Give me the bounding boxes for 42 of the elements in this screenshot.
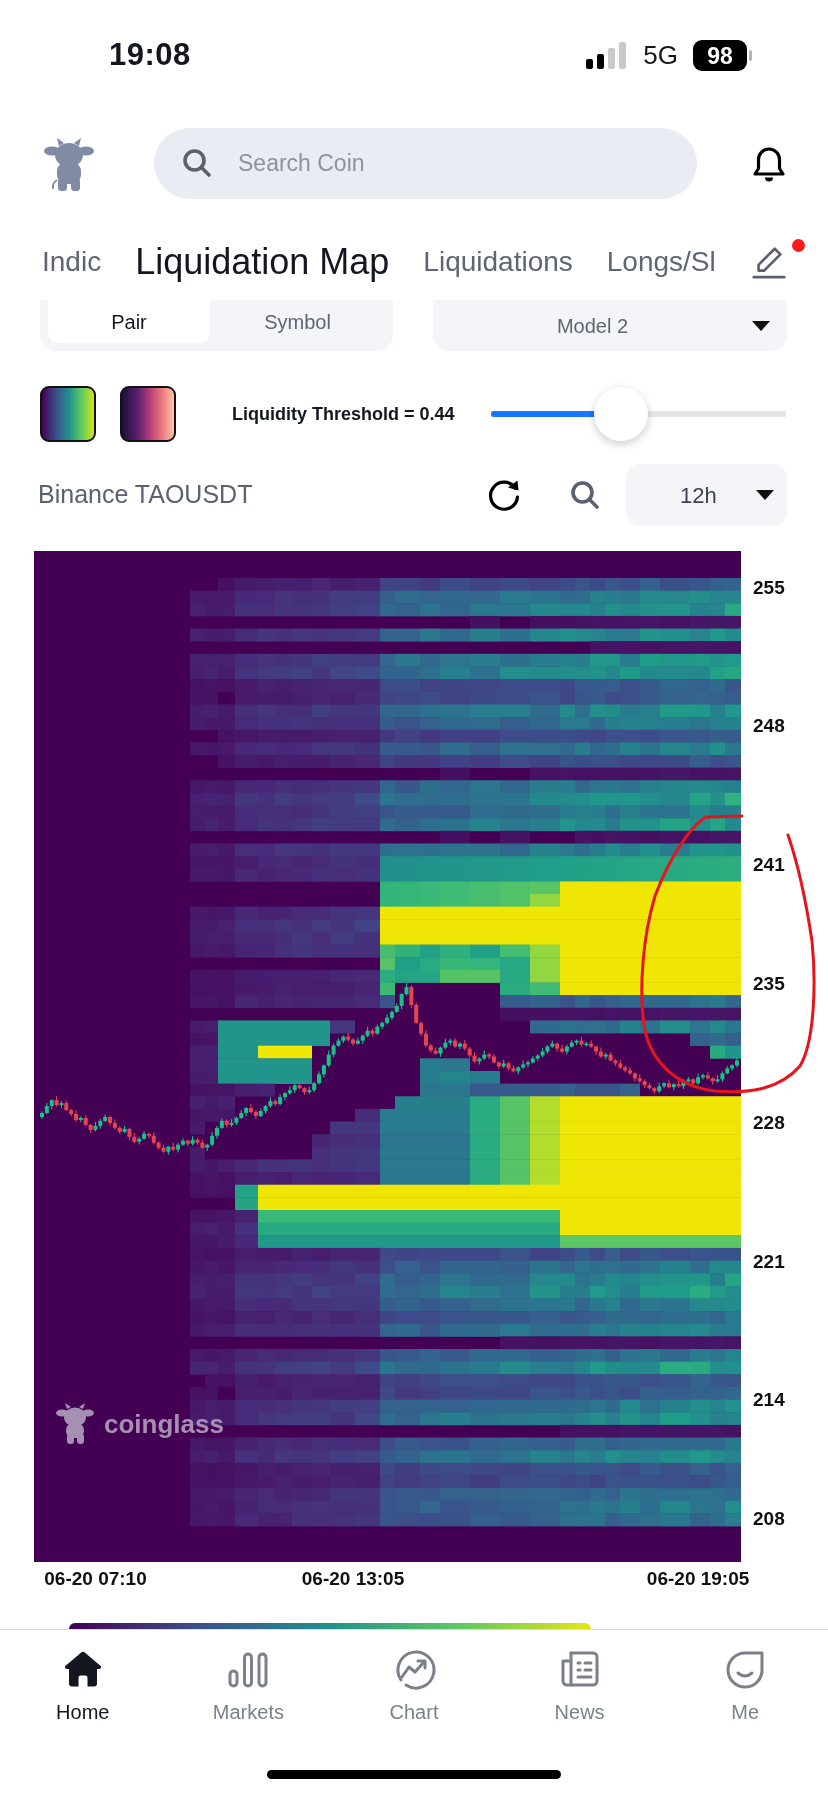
x-axis-label: 06-20 13:05 <box>301 1568 405 1589</box>
clock-time: 19:08 <box>109 35 191 74</box>
tab[interactable]: Liquidation Map <box>135 240 390 284</box>
nav-tab[interactable]: Markets <box>165 1630 332 1724</box>
y-axis-label: 228 <box>753 1111 785 1133</box>
tab[interactable]: Indic <box>42 245 102 279</box>
model-dropdown[interactable]: Model 2 <box>433 300 787 351</box>
market-title: Binance TAOUSDT <box>38 479 253 511</box>
y-axis-label: 255 <box>753 576 785 598</box>
nav-tab[interactable]: Chart <box>331 1630 497 1724</box>
palette-swatch-icon[interactable] <box>40 386 96 442</box>
y-axis-label: 241 <box>753 854 785 876</box>
nav-tab[interactable]: Home <box>0 1630 166 1724</box>
y-axis-label: 208 <box>753 1508 785 1530</box>
palette-swatch-icon[interactable] <box>120 386 176 442</box>
signal-icon <box>586 41 628 69</box>
search-button[interactable] <box>570 480 600 510</box>
interval-dropdown[interactable]: 12h <box>626 464 787 526</box>
tab[interactable]: Liquidations <box>423 245 573 279</box>
caret-icon <box>752 320 770 331</box>
nav-tab[interactable]: News <box>496 1630 663 1724</box>
x-axis-label: 06-20 19:05 <box>646 1568 750 1589</box>
nav-tab[interactable]: Me <box>662 1630 828 1724</box>
slider-thumb[interactable] <box>593 387 648 441</box>
y-axis-label: 221 <box>753 1250 785 1272</box>
tab[interactable]: Longs/Sl <box>606 245 716 279</box>
search-field[interactable]: Search Coin <box>154 128 697 199</box>
battery-indicator: 98 <box>693 39 752 71</box>
caret-icon <box>756 490 774 500</box>
chart-watermark: coinglass <box>104 1409 224 1439</box>
segment-tab[interactable]: Pair <box>48 300 210 343</box>
search-icon <box>570 480 600 510</box>
segment-tab[interactable]: Symbol <box>210 300 385 343</box>
avatar-icon <box>43 135 95 192</box>
x-axis-label: 06-20 07:10 <box>44 1568 147 1589</box>
y-axis-label: 235 <box>753 973 785 995</box>
threshold-label: Liquidity Threshold = 0.44 <box>232 402 455 426</box>
network-type: 5G <box>643 38 678 72</box>
search-icon <box>182 148 212 178</box>
y-axis-label: 214 <box>753 1389 785 1411</box>
y-axis-label: 248 <box>753 715 785 737</box>
cow-logo-icon <box>56 1403 94 1444</box>
